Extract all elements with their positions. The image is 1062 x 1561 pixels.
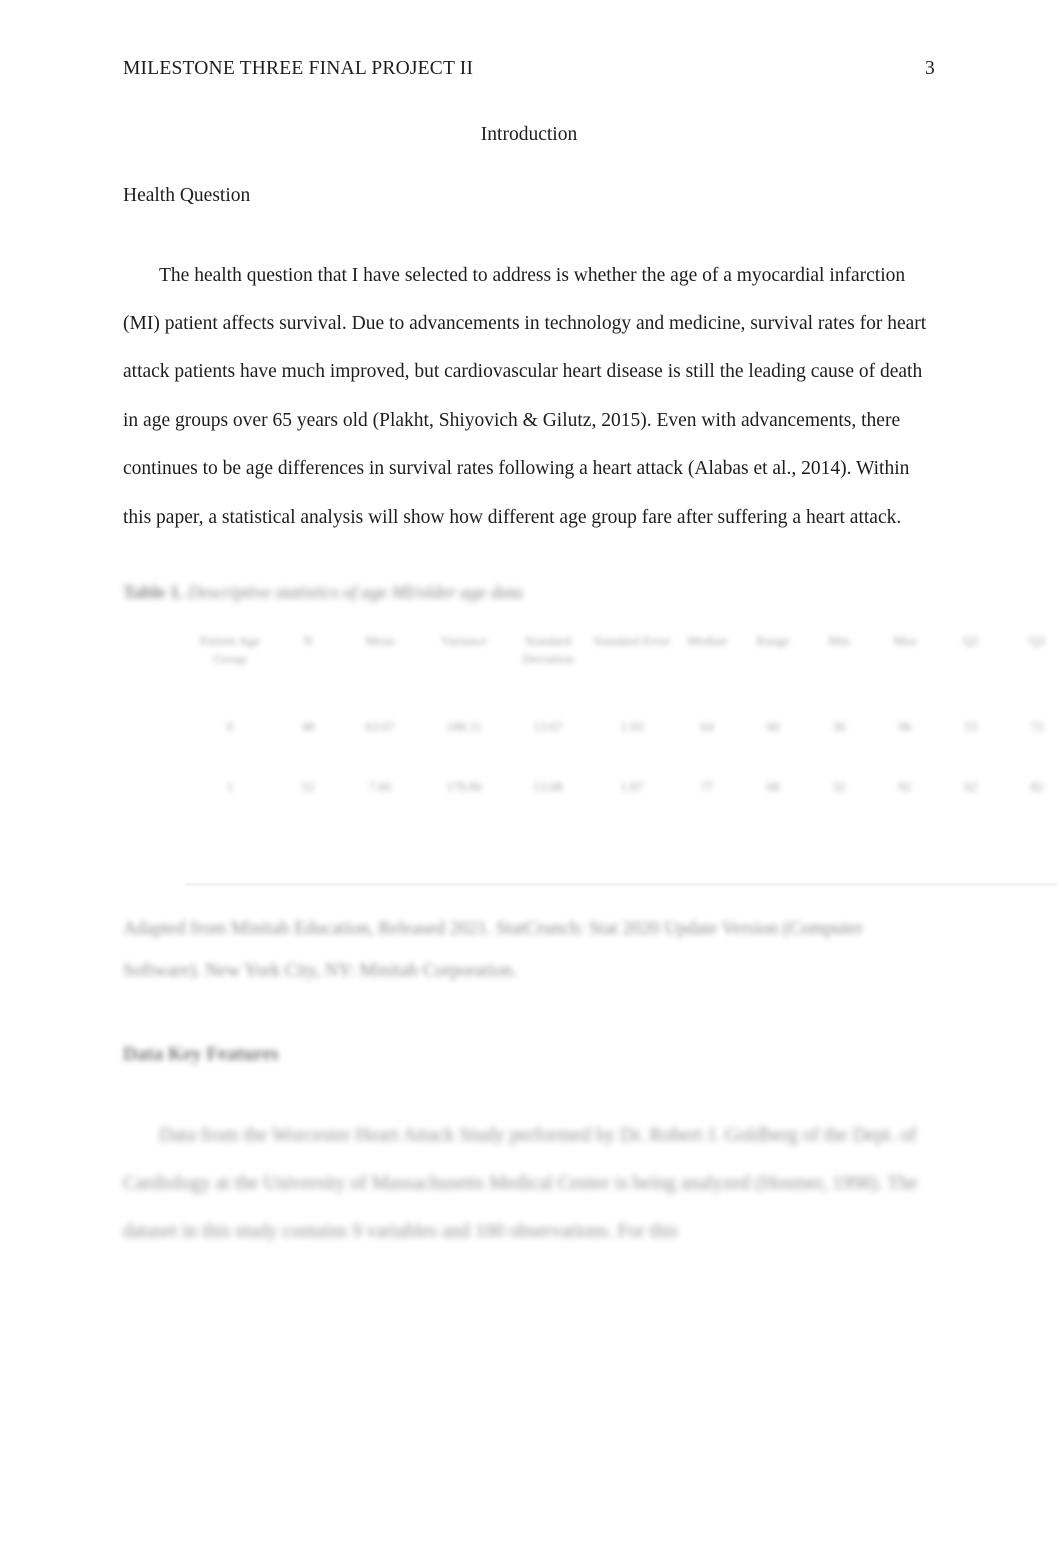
document-page: MILESTONE THREE FINAL PROJECT II 3 Intro… xyxy=(0,0,1062,1561)
table-cell: 1 xyxy=(226,779,234,795)
table-caption-label: Table 1. xyxy=(123,582,184,602)
table-cell: 1.93 xyxy=(620,719,644,735)
table-bottom-rule xyxy=(186,884,1058,885)
table-cell: 96 xyxy=(898,719,912,735)
page-number: 3 xyxy=(925,58,935,79)
table-cell: 53 xyxy=(964,719,978,735)
running-head-title: MILESTONE THREE FINAL PROJECT II xyxy=(123,58,474,79)
table-cell: 68 xyxy=(766,779,780,795)
section-heading-data-key-features: Data Key Features xyxy=(123,1044,279,1065)
table-row: 1 52 7.66 178.80 13.08 1.87 77 68 32 92 … xyxy=(182,757,1062,817)
table-cell: 36 xyxy=(832,719,846,735)
table-header-row: Patient Age Group N Mean Variance Standa… xyxy=(182,624,1062,697)
table-cell: 52 xyxy=(301,779,315,795)
table-header-cell: Q3 xyxy=(1029,633,1045,648)
table-cell: 92 xyxy=(898,779,912,795)
table-cell: 77 xyxy=(700,779,714,795)
lower-paragraph: Data from the Worcester Heart Attack Stu… xyxy=(123,1124,918,1243)
table-header-cell: Range xyxy=(756,633,790,648)
table-cell: 63.07 xyxy=(365,719,395,735)
table-caption-text: Descriptive statistics of age MI/older a… xyxy=(187,582,523,602)
table-note: Adapted from Minitab Education, Released… xyxy=(123,919,864,981)
table-cell: 72 xyxy=(1030,719,1044,735)
table-header-cell: Variance xyxy=(441,633,487,648)
table-cell: 48 xyxy=(301,719,315,735)
table-header-cell: Q1 xyxy=(963,633,979,648)
table-header-cell: Median xyxy=(687,633,727,648)
table-cell: 13.08 xyxy=(533,779,563,795)
table-cell: 62 xyxy=(964,779,978,795)
table-cell: 188.11 xyxy=(446,719,482,735)
table-cell: 178.80 xyxy=(446,779,482,795)
table-caption: Table 1. Descriptive statistics of age M… xyxy=(123,582,643,603)
table-header-cell: Mean xyxy=(365,633,395,648)
table-cell: 32 xyxy=(832,779,846,795)
table-cell: 60 xyxy=(766,719,780,735)
table-header-cell: Patient Age Group xyxy=(199,633,261,666)
table-cell: 13.67 xyxy=(533,719,563,735)
page-title: Introduction xyxy=(480,124,578,145)
table-header-cell: Standard Deviation xyxy=(522,633,574,666)
table-header-cell: Min xyxy=(828,633,850,648)
table-header-cell: Standard Error xyxy=(593,633,671,648)
subheading-health-question: Health Question xyxy=(123,185,251,206)
table-cell: 7.66 xyxy=(368,779,392,795)
table-cell: 1.87 xyxy=(620,779,644,795)
table-header-cell: Max xyxy=(893,633,917,648)
table-header-cell: N xyxy=(303,633,313,648)
running-header: MILESTONE THREE FINAL PROJECT II 3 xyxy=(123,58,935,80)
table-cell: 82 xyxy=(1030,779,1044,795)
table-cell: 64 xyxy=(700,719,714,735)
table-cell: 0 xyxy=(226,719,234,735)
descriptive-statistics-table: Patient Age Group N Mean Variance Standa… xyxy=(182,624,1062,817)
body-paragraph: The health question that I have selected… xyxy=(123,264,927,528)
table-row: 0 48 63.07 188.11 13.67 1.93 64 60 36 96… xyxy=(182,697,1062,757)
